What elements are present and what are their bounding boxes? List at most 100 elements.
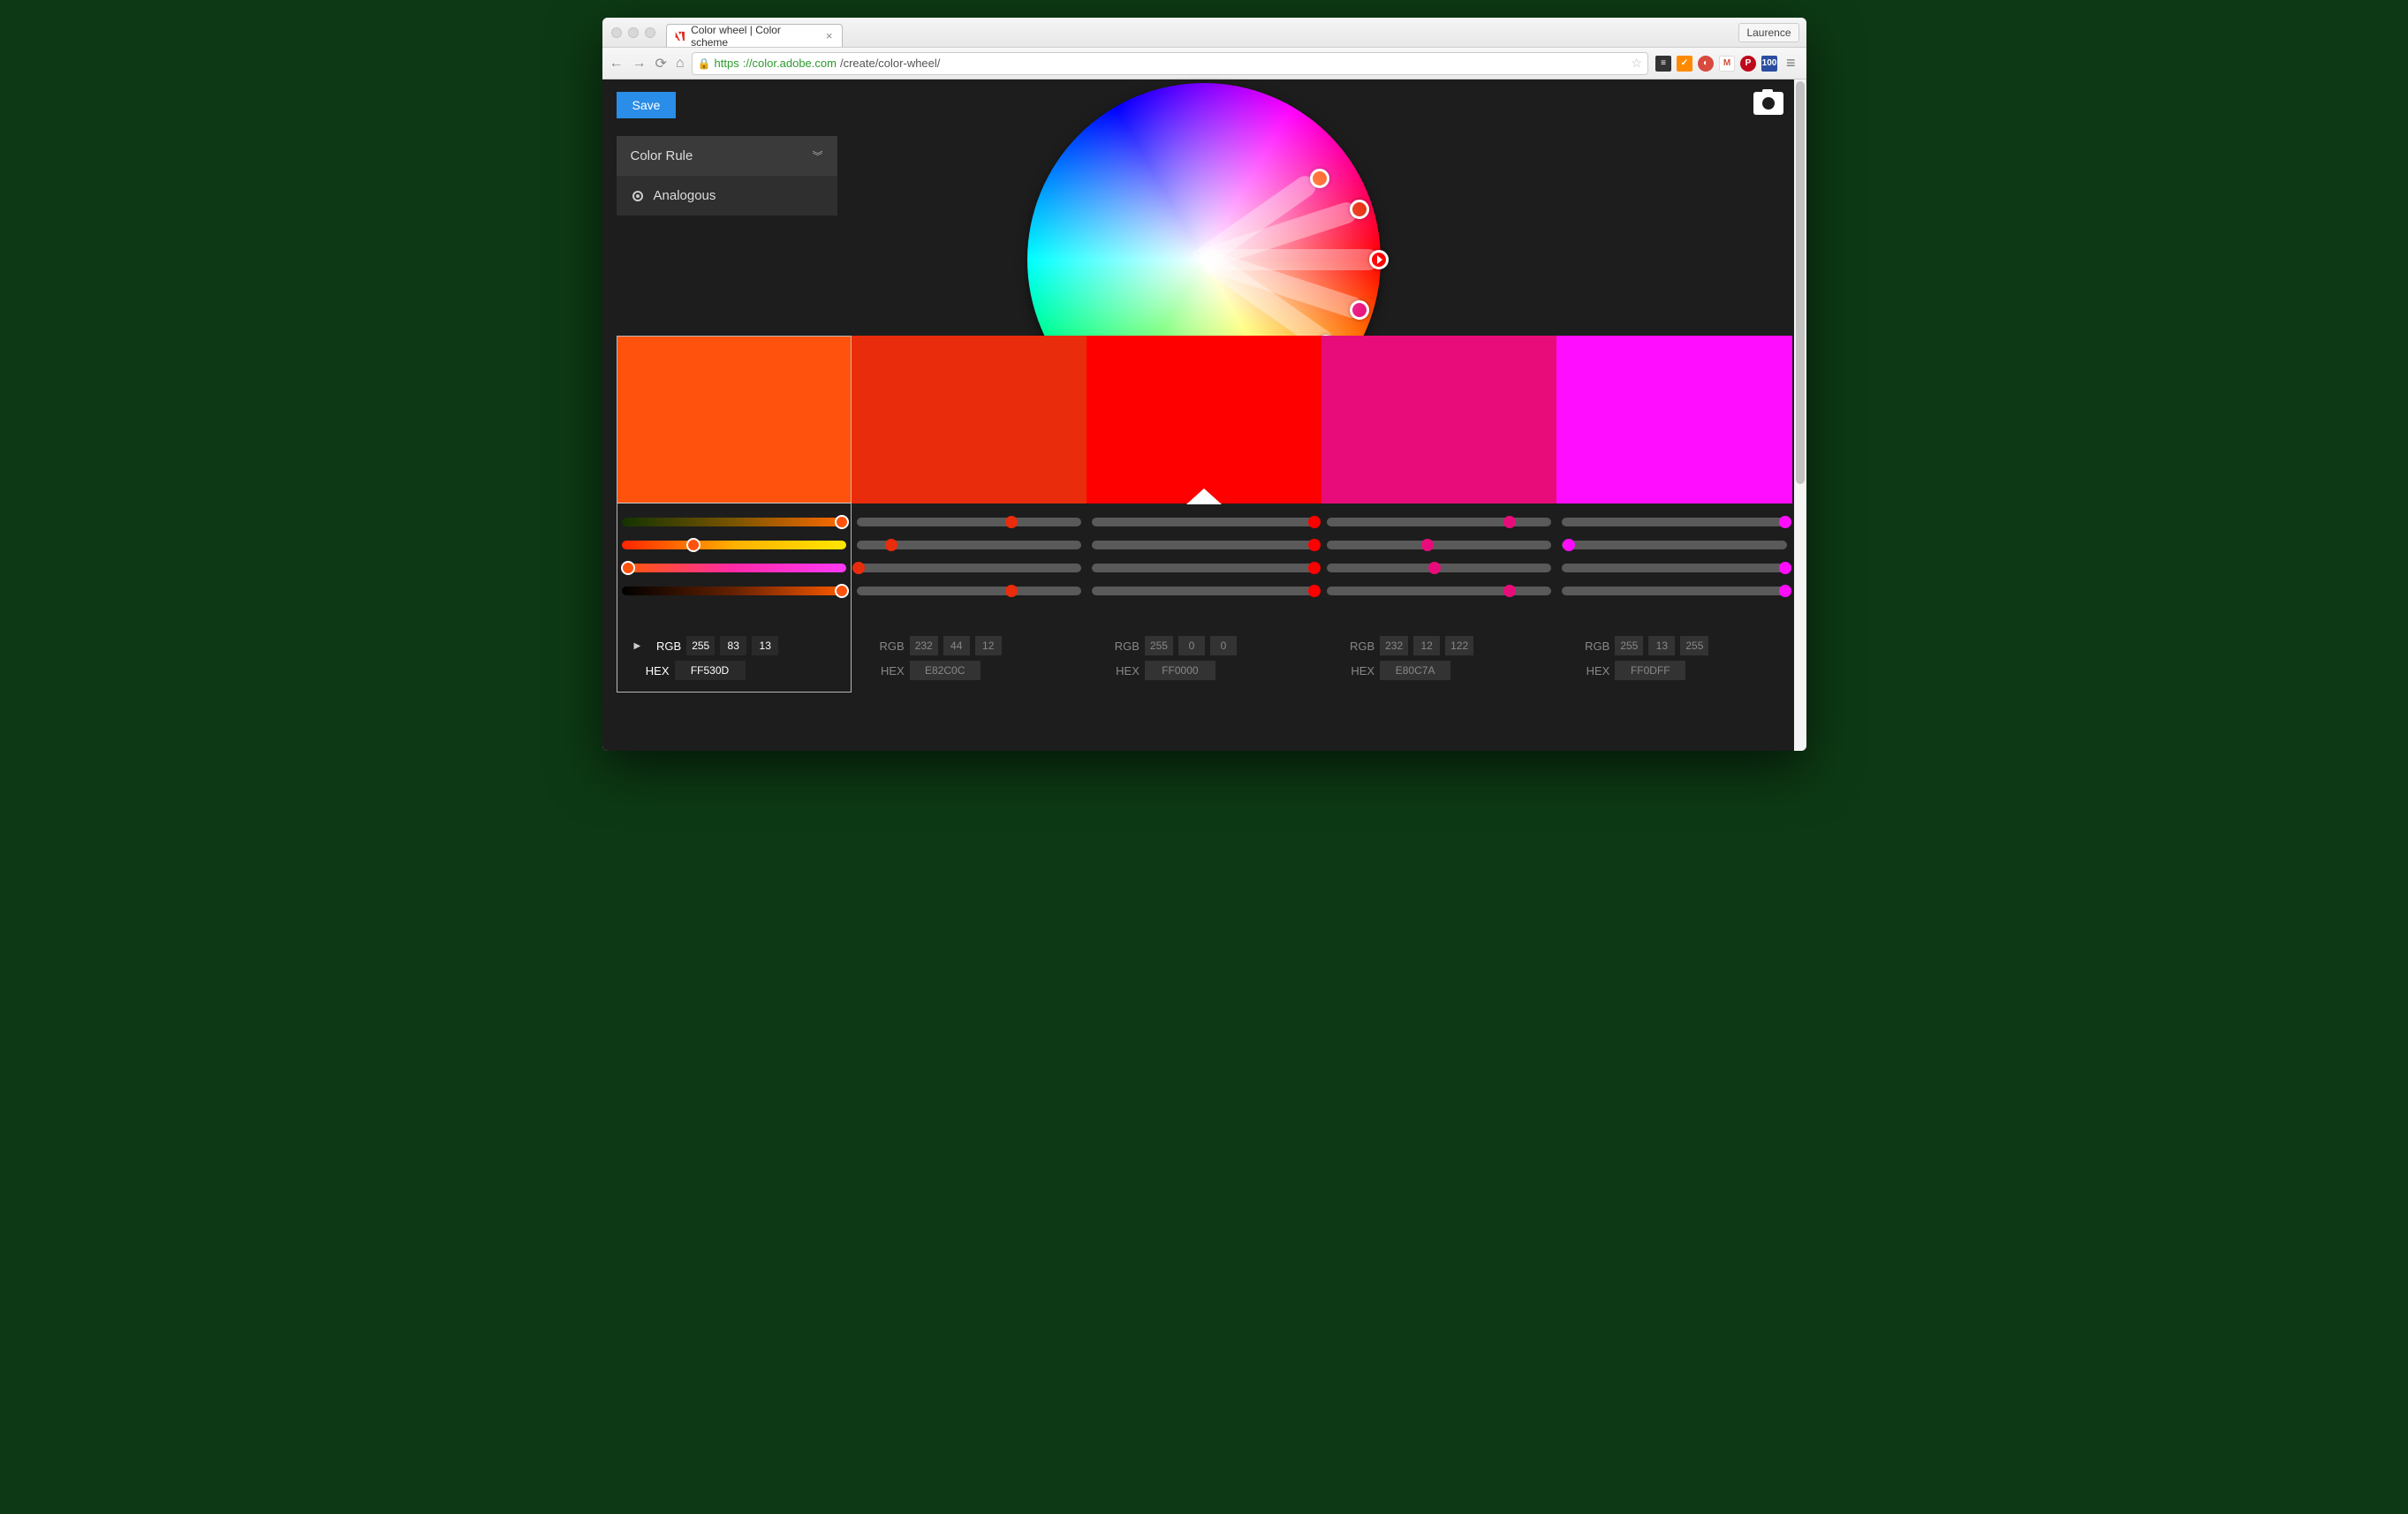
rgb-value[interactable]: 12	[1413, 636, 1440, 655]
slider-dot[interactable]	[852, 562, 865, 574]
slider-dot[interactable]	[1308, 562, 1321, 574]
swatch[interactable]	[1321, 336, 1556, 503]
slider-cell[interactable]	[1087, 562, 1321, 574]
play-icon[interactable]: ▶	[634, 641, 641, 651]
pinterest-extension-icon[interactable]: P	[1740, 56, 1756, 72]
scrollbar-thumb[interactable]	[1796, 81, 1805, 484]
slider-dot[interactable]	[1308, 585, 1321, 597]
hex-value[interactable]: FF530D	[675, 661, 746, 680]
swatch[interactable]	[1556, 336, 1791, 503]
rgb-value[interactable]: 44	[943, 636, 970, 655]
rgb-value[interactable]: 255	[1615, 636, 1643, 655]
slider-cell[interactable]	[1321, 539, 1556, 551]
slider-cell[interactable]	[617, 562, 852, 574]
slider-cell[interactable]	[852, 562, 1087, 574]
color-rule-header[interactable]: Color Rule ︾	[617, 136, 837, 176]
slider-dot[interactable]	[1779, 562, 1791, 574]
hex-value[interactable]: E82C0C	[910, 661, 981, 680]
swatch[interactable]	[617, 336, 852, 503]
slider-dot[interactable]	[1005, 516, 1018, 528]
rgb-value[interactable]: 255	[1145, 636, 1173, 655]
slider-cell[interactable]	[1556, 539, 1791, 551]
save-button[interactable]: Save	[617, 92, 677, 118]
slider-cell[interactable]	[1321, 585, 1556, 597]
slider-dot[interactable]	[1779, 585, 1791, 597]
wheel-handle[interactable]	[1369, 250, 1389, 269]
rgb-value[interactable]: 255	[1680, 636, 1708, 655]
bookmark-star-icon[interactable]: ☆	[1631, 56, 1642, 71]
slider-cell[interactable]	[852, 585, 1087, 597]
close-window-icon[interactable]	[611, 27, 622, 38]
slider-cell[interactable]	[1556, 585, 1791, 597]
browser-tab[interactable]: Color wheel | Color scheme ×	[666, 24, 843, 47]
traffic-lights[interactable]	[611, 27, 655, 38]
slider-dot[interactable]	[885, 539, 897, 551]
address-bar[interactable]: 🔒 https://color.adobe.com/create/color-w…	[692, 52, 1648, 75]
rgb-value[interactable]: 232	[910, 636, 938, 655]
scrollbar[interactable]	[1794, 79, 1806, 751]
slider-handle[interactable]	[835, 515, 849, 529]
wheel-handle[interactable]	[1310, 169, 1329, 188]
rgb-value[interactable]: 255	[686, 636, 715, 655]
chrome-menu-icon[interactable]: ≡	[1783, 54, 1799, 72]
back-button[interactable]: ←	[610, 56, 624, 72]
rgb-value[interactable]: 12	[975, 636, 1002, 655]
wheel-handle[interactable]	[1350, 300, 1369, 320]
slider-dot[interactable]	[1005, 585, 1018, 597]
slider-cell[interactable]	[617, 539, 852, 551]
slider-track	[1092, 564, 1316, 572]
slider-dot[interactable]	[1503, 585, 1516, 597]
profile-button[interactable]: Laurence	[1738, 23, 1798, 42]
reload-button[interactable]: ⟳	[655, 55, 667, 72]
slider-cell[interactable]	[1087, 585, 1321, 597]
rgb-value[interactable]: 122	[1445, 636, 1473, 655]
maximize-window-icon[interactable]	[645, 27, 655, 38]
extension-icon[interactable]: ◐	[1698, 56, 1714, 72]
hex-label: HEX	[1104, 664, 1140, 678]
slider-cell[interactable]	[1087, 539, 1321, 551]
slider-cell[interactable]	[1556, 516, 1791, 528]
slider-dot[interactable]	[1308, 516, 1321, 528]
hex-value[interactable]: FF0000	[1145, 661, 1215, 680]
slider-handle[interactable]	[621, 561, 635, 575]
slider-cell[interactable]	[617, 516, 852, 528]
rgb-value[interactable]: 0	[1210, 636, 1237, 655]
home-button[interactable]: ⌂	[676, 56, 685, 72]
slider-row	[617, 562, 1792, 574]
camera-button[interactable]	[1753, 92, 1783, 115]
slider-cell[interactable]	[617, 585, 852, 597]
extension-badge-icon[interactable]: 100	[1761, 56, 1777, 72]
swatch[interactable]	[852, 336, 1087, 503]
slider-cell[interactable]	[1087, 516, 1321, 528]
slider-cell[interactable]	[1556, 562, 1791, 574]
slider-dot[interactable]	[1428, 562, 1441, 574]
rgb-value[interactable]: 83	[720, 636, 746, 655]
hex-value[interactable]: FF0DFF	[1615, 661, 1685, 680]
slider-handle[interactable]	[835, 584, 849, 598]
slider-cell[interactable]	[1321, 562, 1556, 574]
minimize-window-icon[interactable]	[628, 27, 639, 38]
slider-dot[interactable]	[1308, 539, 1321, 551]
slider-cell[interactable]	[852, 516, 1087, 528]
rgb-value[interactable]: 13	[752, 636, 778, 655]
rgb-value[interactable]: 232	[1380, 636, 1408, 655]
radio-selected-icon	[632, 191, 643, 201]
slider-handle[interactable]	[686, 538, 700, 552]
hex-value[interactable]: E80C7A	[1380, 661, 1450, 680]
color-rule-option[interactable]: Analogous	[617, 176, 837, 216]
rgb-value[interactable]: 0	[1178, 636, 1205, 655]
analytics-extension-icon[interactable]: ✓	[1677, 56, 1692, 72]
slider-dot[interactable]	[1421, 539, 1434, 551]
wheel-handle[interactable]	[1350, 200, 1369, 219]
close-tab-icon[interactable]: ×	[826, 29, 833, 42]
slider-cell[interactable]	[1321, 516, 1556, 528]
forward-button[interactable]: →	[632, 56, 647, 72]
slider-dot[interactable]	[1563, 539, 1575, 551]
buffer-extension-icon[interactable]: ≡	[1655, 56, 1671, 72]
slider-cell[interactable]	[852, 539, 1087, 551]
swatch[interactable]	[1087, 336, 1321, 503]
slider-dot[interactable]	[1779, 516, 1791, 528]
slider-dot[interactable]	[1503, 516, 1516, 528]
rgb-value[interactable]: 13	[1648, 636, 1675, 655]
gmail-extension-icon[interactable]: M	[1719, 56, 1735, 72]
